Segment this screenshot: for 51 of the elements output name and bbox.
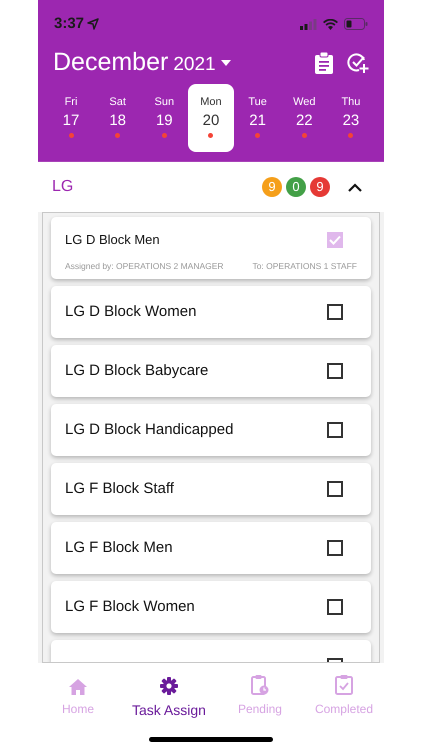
checkbox[interactable] xyxy=(327,540,343,556)
wifi-icon xyxy=(323,18,338,30)
task-title: LG F Block Staff xyxy=(65,478,174,499)
checkbox[interactable] xyxy=(327,422,343,438)
task-card[interactable]: LG F Block Women xyxy=(51,581,371,633)
checkbox[interactable] xyxy=(327,363,343,379)
task-title: LG D Block Babycare xyxy=(65,360,208,381)
day-tab[interactable]: Mon 20 xyxy=(188,84,234,152)
dropdown-caret-icon[interactable] xyxy=(220,60,231,66)
status-time: 3:37 xyxy=(54,14,84,34)
clipboard-icon[interactable] xyxy=(315,52,333,74)
nav-tab[interactable]: Task Assign xyxy=(132,673,206,721)
task-card[interactable]: LG D Block Handicapped xyxy=(51,404,371,456)
section-title: LG xyxy=(52,177,74,197)
section-header[interactable]: LG 9 0 9 xyxy=(38,162,384,212)
task-card[interactable]: LG D Block Women xyxy=(51,286,371,338)
signal-icon xyxy=(300,18,317,30)
count-badge: 0 xyxy=(286,177,306,197)
count-badge: 9 xyxy=(262,177,282,197)
check-add-icon[interactable] xyxy=(347,52,369,74)
task-title: LG D Block Handicapped xyxy=(65,420,234,440)
task-title: LG D Block Women xyxy=(65,302,196,322)
gear-icon xyxy=(160,677,178,695)
task-title: LG F Block Women xyxy=(65,596,195,617)
battery-icon xyxy=(344,18,368,30)
day-tab[interactable]: Wed 22 xyxy=(281,84,328,152)
task-card[interactable]: LG F Block Men xyxy=(51,522,371,574)
clipboard-clock-icon xyxy=(250,674,269,695)
chevron-icon[interactable] xyxy=(348,182,362,192)
task-title: LG D Block Men xyxy=(65,231,160,249)
task-card[interactable]: LG D Block Men Assigned by: OPERATIONS 2 MANAGER To: OPERATIONS 1 STAFF xyxy=(51,217,371,279)
day-tab[interactable]: Sat 18 xyxy=(94,84,141,152)
checkbox[interactable] xyxy=(327,481,343,497)
checkbox[interactable] xyxy=(327,304,343,320)
assigned-to-text: To: OPERATIONS 1 STAFF xyxy=(252,260,357,272)
task-card[interactable]: LG F Block Staff xyxy=(51,463,371,515)
day-tab[interactable]: Fri 17 xyxy=(48,84,94,152)
month-title[interactable]: December xyxy=(53,44,168,82)
assigned-by-text: Assigned by: OPERATIONS 2 MANAGER xyxy=(65,260,224,272)
task-card[interactable]: LG D Block Babycare xyxy=(51,345,371,397)
count-badge: 9 xyxy=(310,177,330,197)
task-title: LG F Block Men xyxy=(65,538,173,558)
year-title[interactable]: 2021 xyxy=(173,51,216,80)
checkbox[interactable] xyxy=(327,599,343,615)
day-tab[interactable]: Tue 21 xyxy=(234,84,281,152)
clipboard-check-icon xyxy=(334,674,353,695)
day-tab[interactable]: Thu 23 xyxy=(328,84,374,152)
home-icon xyxy=(69,679,87,695)
checkbox[interactable] xyxy=(327,232,343,248)
location-arrow-icon xyxy=(87,18,100,30)
day-tab[interactable]: Sun 19 xyxy=(141,84,188,152)
